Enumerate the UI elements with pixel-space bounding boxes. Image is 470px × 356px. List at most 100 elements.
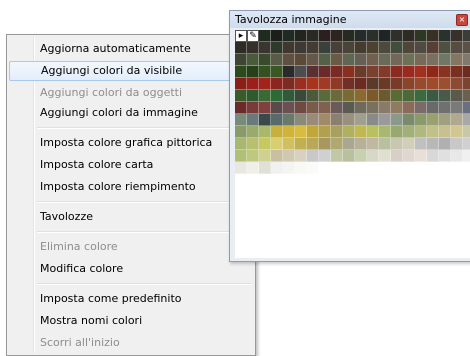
color-swatch[interactable]: [247, 42, 259, 54]
color-swatch[interactable]: [331, 102, 343, 114]
color-swatch[interactable]: [451, 162, 463, 174]
color-swatch[interactable]: [379, 162, 391, 174]
color-swatch[interactable]: [259, 30, 271, 42]
color-swatch[interactable]: [235, 126, 247, 138]
color-swatch[interactable]: [283, 78, 295, 90]
color-swatch[interactable]: [283, 162, 295, 174]
color-swatch[interactable]: [259, 150, 271, 162]
color-swatch[interactable]: [307, 102, 319, 114]
color-swatch[interactable]: [415, 138, 427, 150]
color-swatch[interactable]: [307, 138, 319, 150]
color-swatch[interactable]: [391, 54, 403, 66]
color-swatch[interactable]: [451, 150, 463, 162]
color-swatch[interactable]: [319, 150, 331, 162]
color-swatch[interactable]: [463, 162, 470, 174]
color-swatch[interactable]: [259, 66, 271, 78]
color-swatch[interactable]: [427, 42, 439, 54]
color-swatch[interactable]: [343, 54, 355, 66]
color-swatch[interactable]: [235, 162, 247, 174]
color-swatch[interactable]: [271, 114, 283, 126]
color-swatch[interactable]: [235, 78, 247, 90]
color-swatch[interactable]: [295, 114, 307, 126]
color-swatch[interactable]: [259, 90, 271, 102]
color-swatch[interactable]: [271, 30, 283, 42]
color-swatch[interactable]: [451, 42, 463, 54]
color-swatch[interactable]: [463, 78, 470, 90]
color-swatch[interactable]: [427, 66, 439, 78]
color-swatch[interactable]: [319, 126, 331, 138]
color-swatch[interactable]: [307, 90, 319, 102]
color-swatch[interactable]: [379, 66, 391, 78]
color-swatch[interactable]: [403, 114, 415, 126]
color-swatch[interactable]: [367, 102, 379, 114]
color-swatch[interactable]: [283, 138, 295, 150]
color-swatch[interactable]: [283, 66, 295, 78]
color-swatch[interactable]: [415, 30, 427, 42]
color-swatch[interactable]: [331, 66, 343, 78]
eyedropper-icon[interactable]: ✎: [247, 30, 259, 42]
color-swatch[interactable]: [247, 162, 259, 174]
color-swatch[interactable]: [439, 126, 451, 138]
color-swatch[interactable]: [355, 150, 367, 162]
color-swatch[interactable]: [379, 90, 391, 102]
color-swatch[interactable]: [295, 126, 307, 138]
color-swatch[interactable]: [415, 78, 427, 90]
color-swatch[interactable]: [295, 54, 307, 66]
color-swatch[interactable]: [295, 90, 307, 102]
color-swatch[interactable]: [331, 78, 343, 90]
color-swatch[interactable]: [367, 42, 379, 54]
color-swatch[interactable]: [319, 162, 331, 174]
color-swatch[interactable]: [427, 78, 439, 90]
color-swatch[interactable]: [403, 138, 415, 150]
color-swatch[interactable]: [415, 126, 427, 138]
color-swatch[interactable]: [319, 42, 331, 54]
color-swatch[interactable]: [319, 66, 331, 78]
color-swatch[interactable]: [247, 54, 259, 66]
color-swatch[interactable]: [439, 30, 451, 42]
color-swatch[interactable]: [331, 162, 343, 174]
color-swatch[interactable]: [355, 42, 367, 54]
menu-item-aggiungi-colori-da-visibile[interactable]: Aggiungi colori da visibile: [9, 61, 253, 81]
color-swatch[interactable]: [367, 138, 379, 150]
color-swatch[interactable]: [319, 78, 331, 90]
color-swatch[interactable]: [343, 114, 355, 126]
color-swatch[interactable]: [355, 90, 367, 102]
color-swatch[interactable]: [415, 66, 427, 78]
color-swatch[interactable]: [295, 162, 307, 174]
menu-item-aggiorna-automaticamente[interactable]: Aggiorna automaticamente: [9, 39, 253, 59]
color-swatch[interactable]: [295, 150, 307, 162]
color-swatch[interactable]: [427, 102, 439, 114]
color-swatch[interactable]: [343, 30, 355, 42]
color-swatch[interactable]: [403, 102, 415, 114]
color-swatch[interactable]: [451, 138, 463, 150]
color-swatch[interactable]: [259, 78, 271, 90]
menu-item-mostra-nomi-colori[interactable]: Mostra nomi colori: [9, 311, 253, 331]
color-swatch[interactable]: [235, 138, 247, 150]
color-swatch[interactable]: [307, 150, 319, 162]
color-swatch[interactable]: [259, 162, 271, 174]
color-swatch[interactable]: [439, 114, 451, 126]
color-swatch[interactable]: [367, 126, 379, 138]
color-swatch[interactable]: [379, 102, 391, 114]
color-swatch[interactable]: [379, 138, 391, 150]
color-swatch[interactable]: [343, 42, 355, 54]
color-swatch[interactable]: [295, 102, 307, 114]
color-swatch[interactable]: [439, 66, 451, 78]
color-swatch[interactable]: [271, 162, 283, 174]
color-swatch[interactable]: [259, 138, 271, 150]
color-swatch[interactable]: [427, 150, 439, 162]
color-swatch[interactable]: [307, 66, 319, 78]
color-swatch[interactable]: [319, 114, 331, 126]
color-swatch[interactable]: [367, 66, 379, 78]
color-swatch[interactable]: [451, 114, 463, 126]
color-swatch[interactable]: [235, 66, 247, 78]
color-swatch[interactable]: [355, 54, 367, 66]
color-swatch[interactable]: [379, 78, 391, 90]
menu-item-imposta-colore-grafica-pittorica[interactable]: Imposta colore grafica pittorica: [9, 133, 253, 153]
color-swatch[interactable]: [403, 42, 415, 54]
color-swatch[interactable]: [463, 90, 470, 102]
color-swatch[interactable]: [271, 150, 283, 162]
color-swatch[interactable]: [367, 90, 379, 102]
color-swatch[interactable]: [307, 54, 319, 66]
color-swatch[interactable]: [343, 162, 355, 174]
